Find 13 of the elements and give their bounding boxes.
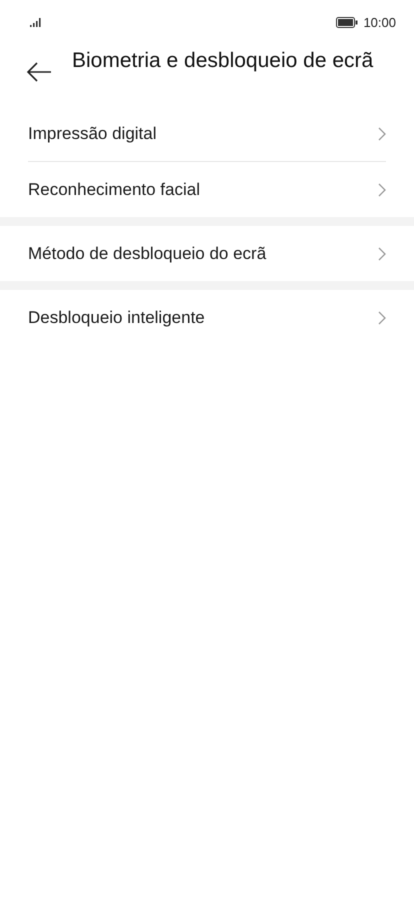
back-arrow-icon — [26, 61, 52, 83]
signal-icon — [30, 18, 42, 26]
chevron-icon — [378, 310, 386, 324]
chevron-icon — [378, 126, 386, 140]
chevron-icon — [378, 246, 386, 260]
page-title: Biometria e desbloqueio de ecrã — [72, 48, 374, 73]
status-time: 10:00 — [363, 14, 396, 30]
settings-item[interactable]: Desbloqueio inteligente — [28, 290, 386, 345]
battery-icon — [336, 16, 358, 28]
settings-item[interactable]: Reconhecimento facial — [28, 161, 386, 217]
settings-item[interactable]: Método de desbloqueio do ecrã — [28, 226, 386, 281]
chevron-icon — [378, 182, 386, 196]
settings-item[interactable]: Impressão digital — [28, 106, 386, 161]
